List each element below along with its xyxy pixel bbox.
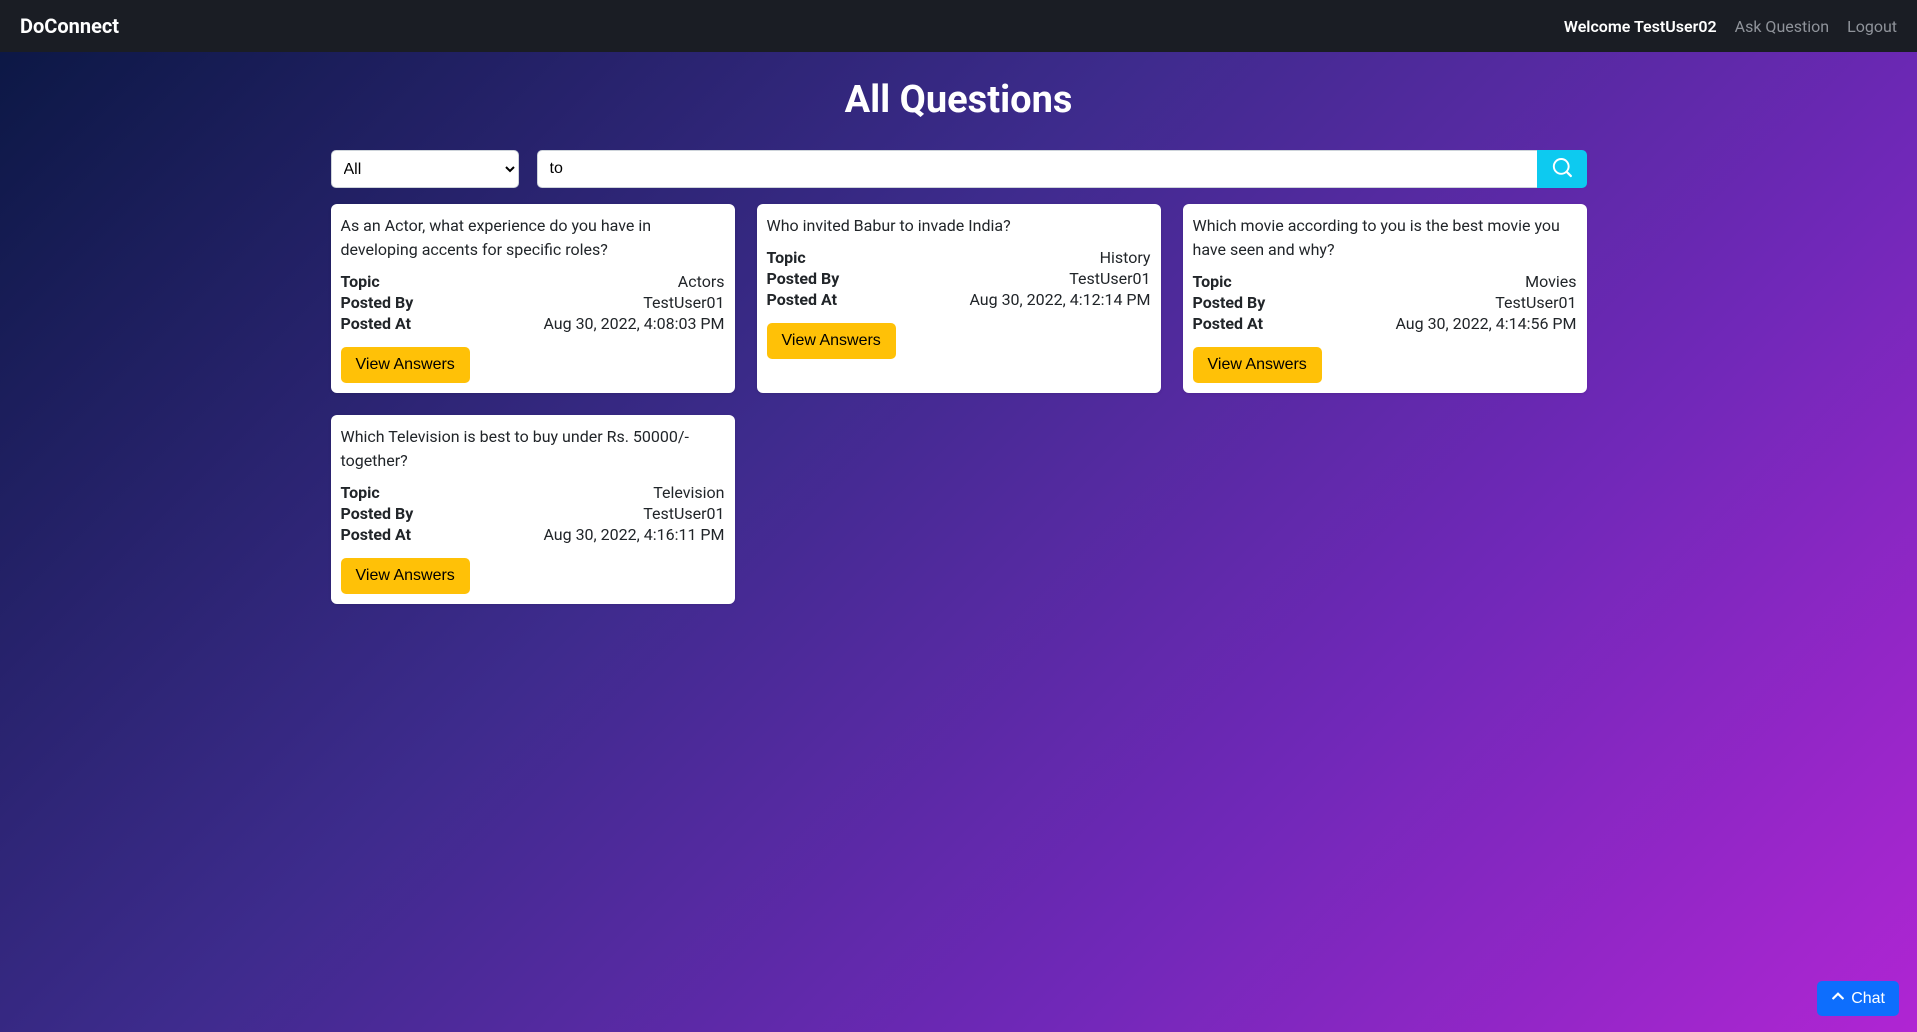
- topic-label: Topic: [341, 483, 380, 502]
- question-title: Which Television is best to buy under Rs…: [341, 425, 725, 473]
- meta-row-posted-at: Posted At Aug 30, 2022, 4:12:14 PM: [767, 290, 1151, 309]
- questions-grid: As an Actor, what experience do you have…: [331, 204, 1587, 604]
- posted-by-value: TestUser01: [1495, 293, 1576, 312]
- chevron-up-icon: [1831, 989, 1845, 1008]
- search-icon: [1552, 158, 1572, 181]
- meta-row-topic: Topic Television: [341, 483, 725, 502]
- meta-row-posted-by: Posted By TestUser01: [341, 504, 725, 523]
- topic-label: Topic: [767, 248, 806, 267]
- search-button[interactable]: [1537, 150, 1587, 188]
- navbar: DoConnect Welcome TestUser02 Ask Questio…: [0, 0, 1917, 52]
- topic-label: Topic: [341, 272, 380, 291]
- posted-at-value: Aug 30, 2022, 4:14:56 PM: [1395, 314, 1576, 333]
- posted-at-label: Posted At: [341, 525, 412, 544]
- posted-by-label: Posted By: [341, 504, 414, 523]
- posted-at-label: Posted At: [341, 314, 412, 333]
- page-title: All Questions: [0, 52, 1917, 150]
- chat-label: Chat: [1851, 990, 1885, 1008]
- welcome-text: Welcome TestUser02: [1564, 17, 1717, 36]
- meta-row-topic: Topic History: [767, 248, 1151, 267]
- view-answers-button[interactable]: View Answers: [341, 558, 470, 594]
- view-answers-button[interactable]: View Answers: [341, 347, 470, 383]
- view-answers-button[interactable]: View Answers: [1193, 347, 1322, 383]
- ask-question-link[interactable]: Ask Question: [1735, 17, 1829, 36]
- posted-at-label: Posted At: [1193, 314, 1264, 333]
- posted-by-label: Posted By: [1193, 293, 1266, 312]
- posted-at-value: Aug 30, 2022, 4:12:14 PM: [969, 290, 1150, 309]
- meta-row-posted-at: Posted At Aug 30, 2022, 4:16:11 PM: [341, 525, 725, 544]
- topic-label: Topic: [1193, 272, 1232, 291]
- posted-by-value: TestUser01: [1069, 269, 1150, 288]
- posted-by-value: TestUser01: [643, 293, 724, 312]
- meta-row-posted-at: Posted At Aug 30, 2022, 4:08:03 PM: [341, 314, 725, 333]
- topic-filter-select[interactable]: All: [331, 150, 519, 188]
- question-card: As an Actor, what experience do you have…: [331, 204, 735, 393]
- question-title: Which movie according to you is the best…: [1193, 214, 1577, 262]
- meta-row-posted-at: Posted At Aug 30, 2022, 4:14:56 PM: [1193, 314, 1577, 333]
- question-card: Which Television is best to buy under Rs…: [331, 415, 735, 604]
- posted-by-label: Posted By: [767, 269, 840, 288]
- posted-by-label: Posted By: [341, 293, 414, 312]
- posted-at-value: Aug 30, 2022, 4:08:03 PM: [543, 314, 724, 333]
- question-title: As an Actor, what experience do you have…: [341, 214, 725, 262]
- meta-row-topic: Topic Movies: [1193, 272, 1577, 291]
- meta-row-posted-by: Posted By TestUser01: [341, 293, 725, 312]
- search-group: [537, 150, 1587, 188]
- topic-value: Television: [653, 483, 724, 502]
- view-answers-button[interactable]: View Answers: [767, 323, 896, 359]
- meta-row-topic: Topic Actors: [341, 272, 725, 291]
- question-card: Who invited Babur to invade India? Topic…: [757, 204, 1161, 393]
- meta-row-posted-by: Posted By TestUser01: [1193, 293, 1577, 312]
- logout-link[interactable]: Logout: [1847, 17, 1897, 36]
- search-row: All: [331, 150, 1587, 188]
- question-card: Which movie according to you is the best…: [1183, 204, 1587, 393]
- question-title: Who invited Babur to invade India?: [767, 214, 1151, 238]
- brand-logo[interactable]: DoConnect: [20, 14, 119, 38]
- meta-row-posted-by: Posted By TestUser01: [767, 269, 1151, 288]
- topic-value: History: [1100, 248, 1151, 267]
- posted-at-value: Aug 30, 2022, 4:16:11 PM: [543, 525, 724, 544]
- chat-button[interactable]: Chat: [1817, 981, 1899, 1016]
- nav-right: Welcome TestUser02 Ask Question Logout: [1564, 17, 1897, 36]
- topic-value: Movies: [1525, 272, 1576, 291]
- search-input[interactable]: [537, 150, 1537, 188]
- posted-at-label: Posted At: [767, 290, 838, 309]
- posted-by-value: TestUser01: [643, 504, 724, 523]
- topic-value: Actors: [678, 272, 725, 291]
- main-container: All As an Actor, what experience do you …: [319, 150, 1599, 604]
